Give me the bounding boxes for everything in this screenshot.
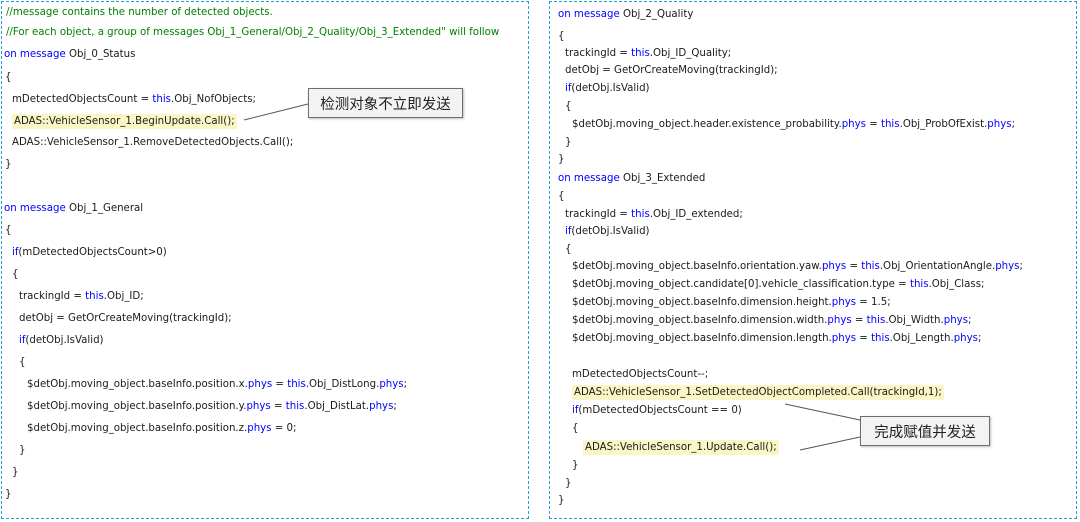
right-callout: 完成赋值并发送 bbox=[860, 416, 990, 446]
right-callout-connector-bottom bbox=[799, 436, 861, 451]
right-callout-connector-top bbox=[784, 403, 861, 421]
left-callout-connector bbox=[243, 103, 309, 121]
left-callout: 检测对象不立即发送 bbox=[308, 88, 463, 118]
